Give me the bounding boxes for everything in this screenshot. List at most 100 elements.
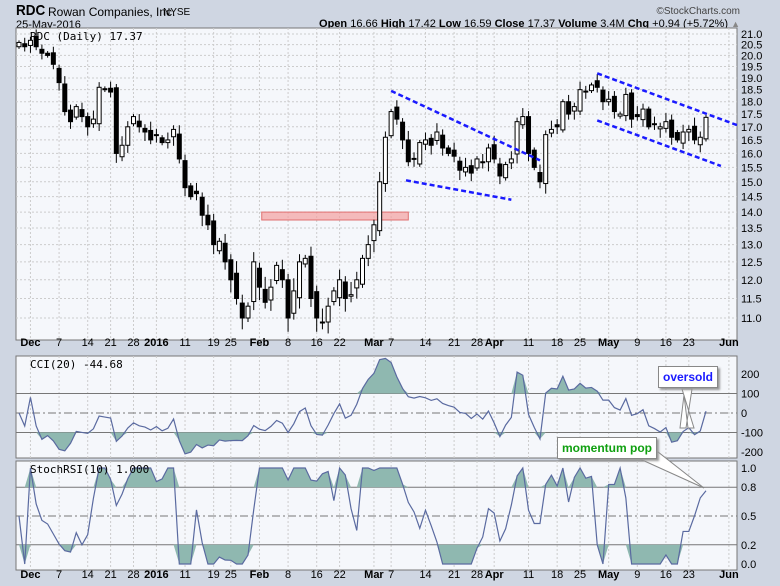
x-tick-label: 2016 xyxy=(144,337,168,349)
x-tick-label: May xyxy=(598,569,620,581)
candle-down xyxy=(583,90,589,93)
x-tick-label: 16 xyxy=(311,337,323,349)
x-tick-label: 11 xyxy=(523,337,534,349)
candle-up xyxy=(73,106,79,118)
price-panel-title: RDC (Daily) 17.37 xyxy=(30,30,143,43)
candle-up xyxy=(474,158,480,169)
candle-down xyxy=(262,288,268,303)
price-tick-label: 13.5 xyxy=(741,223,762,235)
candle-up xyxy=(663,121,669,129)
chart-canvas: Dec Dec 7 7 14 14 21 21 28 28 2016 2016 11 11 19 19 25 25… xyxy=(15,27,763,581)
candle-down xyxy=(159,137,165,144)
candle-down xyxy=(566,101,572,115)
candle-down xyxy=(537,172,543,183)
candle-down xyxy=(39,48,45,54)
stochrsi-tick-label: 0.5 xyxy=(741,511,756,523)
x-tick-label: 2016 xyxy=(144,569,168,581)
x-tick-label: Jun xyxy=(719,569,739,581)
price-tick-label: 20.5 xyxy=(741,40,762,52)
x-tick-label: 22 xyxy=(333,337,345,349)
price-tick-label: 16.5 xyxy=(741,135,762,147)
candle-down xyxy=(136,120,142,128)
candle-up xyxy=(434,131,440,141)
candle-down xyxy=(445,147,451,154)
x-tick-label: May xyxy=(598,337,620,349)
x-tick-label: 25 xyxy=(225,337,237,349)
stochrsi-tick-label: 1.0 xyxy=(741,463,756,475)
price-tick-label: 11.0 xyxy=(741,313,762,325)
candle-up xyxy=(422,139,428,145)
candle-up xyxy=(623,93,629,117)
candle-down xyxy=(148,129,154,141)
candle-down xyxy=(182,160,188,189)
candle-down xyxy=(468,165,474,174)
cci-tick-label: 100 xyxy=(741,389,759,401)
candle-up xyxy=(548,128,554,134)
candle-up xyxy=(325,305,331,323)
candle-down xyxy=(68,109,74,123)
x-tick-label: 14 xyxy=(419,337,431,349)
x-tick-label: 28 xyxy=(471,569,483,581)
x-tick-label: Mar xyxy=(364,569,384,581)
x-tick-label: 11 xyxy=(523,569,534,581)
x-tick-label: 28 xyxy=(471,337,483,349)
candle-down xyxy=(457,160,463,171)
momentum-pop-callout: momentum pop xyxy=(557,437,657,459)
candle-up xyxy=(354,279,360,289)
candle-up xyxy=(165,139,171,144)
cci-tick-label: -100 xyxy=(741,428,763,440)
x-tick-label: 28 xyxy=(127,569,139,581)
candle-up xyxy=(360,257,365,285)
candle-down xyxy=(554,124,560,128)
candle-up xyxy=(216,240,222,252)
candle-down xyxy=(692,125,698,141)
candle-up xyxy=(291,290,297,314)
price-tick-label: 18.5 xyxy=(741,85,762,97)
price-tick-label: 12.5 xyxy=(741,257,762,269)
candle-down xyxy=(646,108,652,128)
panel-0 xyxy=(15,27,738,341)
candle-up xyxy=(371,224,377,242)
x-tick-label: 23 xyxy=(683,569,695,581)
candle-down xyxy=(45,52,51,56)
candle-down xyxy=(222,242,228,263)
x-tick-label: 21 xyxy=(448,569,460,581)
x-tick-label: 22 xyxy=(333,569,345,581)
candle-down xyxy=(308,255,314,299)
candle-down xyxy=(113,87,119,154)
cci-tick-label: -200 xyxy=(741,447,763,459)
resistance-zone xyxy=(261,211,409,221)
price-tick-label: 20.0 xyxy=(741,50,762,62)
candle-down xyxy=(22,43,28,48)
candle-up xyxy=(302,257,308,265)
price-tick-label: 11.5 xyxy=(741,293,762,305)
candle-up xyxy=(640,108,646,121)
x-tick-label: 9 xyxy=(634,337,640,349)
candle-up xyxy=(657,126,663,130)
x-tick-label: 11 xyxy=(179,569,190,581)
x-tick-label: 9 xyxy=(634,569,640,581)
candle-up xyxy=(382,136,388,185)
candle-up xyxy=(119,144,125,158)
x-tick-label: 16 xyxy=(311,569,323,581)
candle-down xyxy=(176,133,182,160)
x-tick-label: Dec xyxy=(20,337,40,349)
x-tick-label: 7 xyxy=(56,337,62,349)
candle-up xyxy=(417,142,423,165)
candle-down xyxy=(411,157,417,160)
candle-up xyxy=(245,305,251,319)
candle-up xyxy=(171,128,177,138)
price-tick-label: 15.5 xyxy=(741,162,762,174)
candle-up xyxy=(520,116,526,126)
candle-up xyxy=(560,101,566,131)
cci-tick-label: 200 xyxy=(741,369,759,381)
candle-down xyxy=(62,83,68,113)
candle-down xyxy=(234,272,240,299)
x-tick-label: Dec xyxy=(20,569,40,581)
candle-down xyxy=(188,185,194,198)
price-tick-label: 17.5 xyxy=(741,109,762,121)
price-tick-label: 15.0 xyxy=(741,177,762,189)
price-tick-label: 14.0 xyxy=(741,207,762,219)
candle-down xyxy=(239,302,245,319)
candle-up xyxy=(251,261,257,303)
